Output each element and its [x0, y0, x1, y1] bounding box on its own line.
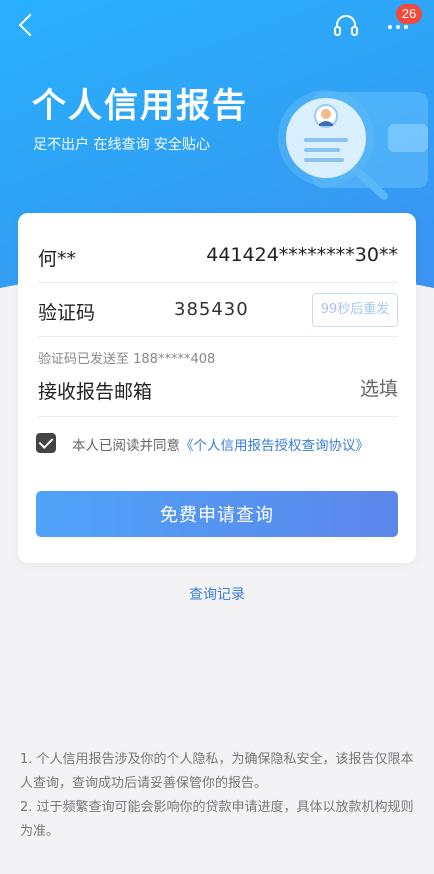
page-title: 个人信用报告 — [32, 86, 248, 126]
query-form-card: 何** 441424********30** 验证码 385430 99秒后重发… — [18, 213, 416, 563]
agreement-link[interactable]: 《个人信用报告授权查询协议》 — [180, 438, 369, 454]
query-history-link[interactable]: 查询记录 — [0, 584, 434, 604]
agreement-text: 本人已阅读并同意《个人信用报告授权查询协议》 — [72, 434, 369, 454]
identity-row: 何** 441424********30** — [38, 213, 398, 283]
notes-section: 1. 个人信用报告涉及你的个人隐私，为确保隐私安全，该报告仅限本人查询，查询成功… — [20, 748, 416, 844]
page-subtitle: 足不出户 在线查询 安全贴心 — [33, 137, 210, 153]
note-item: 1. 个人信用报告涉及你的个人隐私，为确保隐私安全，该报告仅限本人查询，查询成功… — [20, 752, 414, 791]
verify-code-label: 验证码 — [38, 302, 96, 324]
email-field[interactable] — [198, 375, 398, 403]
resend-code-button[interactable]: 99秒后重发 — [312, 293, 398, 327]
note-item: 2. 过于频繁查询可能会影响你的贷款申请进度，具体以放款机构规则为准。 — [20, 800, 414, 839]
credit-report-illustration — [278, 90, 428, 200]
code-sent-tip: 验证码已发送至 188*****408 — [38, 352, 216, 367]
back-arrow-icon[interactable] — [18, 13, 42, 37]
email-block: 验证码已发送至 188*****408 接收报告邮箱 — [38, 337, 398, 417]
verify-row: 验证码 385430 99秒后重发 — [38, 283, 398, 337]
headset-icon[interactable] — [332, 12, 360, 40]
agreement-checkbox[interactable] — [36, 433, 56, 453]
email-label: 接收报告邮箱 — [38, 381, 153, 403]
verify-code-input[interactable]: 385430 — [174, 299, 249, 320]
notification-badge: 26 — [396, 4, 422, 24]
free-query-button[interactable]: 免费申请查询 — [36, 491, 398, 537]
top-bar: 26 — [0, 0, 434, 52]
id-number: 441424********30** — [206, 244, 398, 266]
divider — [38, 416, 398, 417]
user-name: 何** — [38, 248, 77, 270]
agreement-prefix: 本人已阅读并同意 — [72, 438, 180, 454]
